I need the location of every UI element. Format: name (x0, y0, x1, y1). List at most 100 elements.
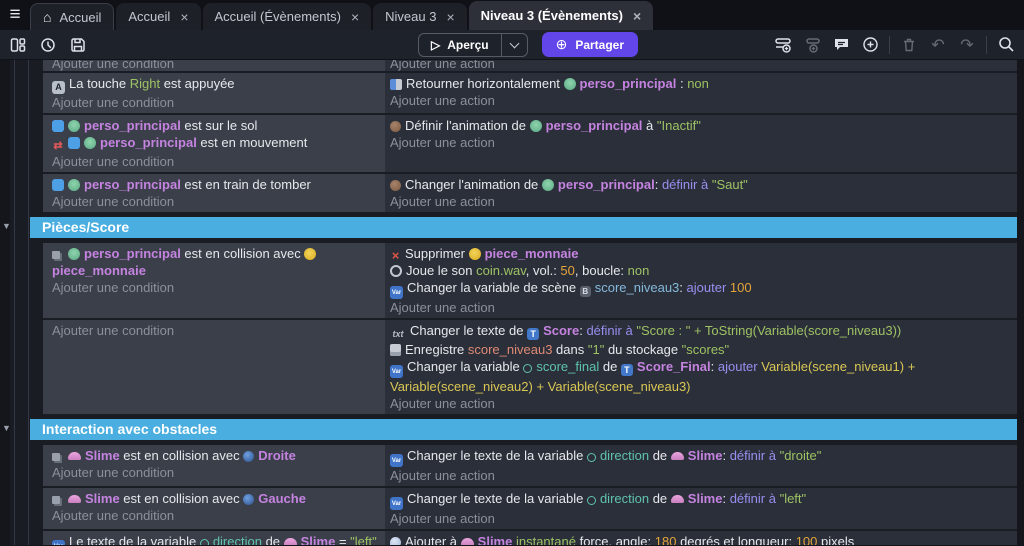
save-icon[interactable] (68, 35, 88, 55)
redo-icon[interactable]: ↷ (957, 35, 977, 55)
group-header[interactable]: Pièces/Score (30, 217, 1017, 238)
close-tab-icon[interactable]: × (178, 9, 188, 25)
add-action-link[interactable]: Ajouter une action (390, 134, 1009, 151)
text-segment: : (679, 280, 687, 295)
gear-icon (523, 364, 533, 373)
text-segment: non (627, 263, 650, 278)
collapse-triangle-icon[interactable]: ▼ (2, 221, 11, 231)
tab-niveau-3-v-nements-[interactable]: Niveau 3 (Évènements) × (468, 1, 654, 30)
text-segment: est en collision avec (119, 448, 244, 463)
condition-line[interactable]: Le texte de la variable direction de Sli… (52, 533, 377, 545)
text-segment: définir à (586, 323, 633, 338)
action-line[interactable]: Enregistre score_niveau3 dans "1" du sto… (390, 341, 1009, 358)
text-segment: : (676, 76, 688, 91)
condition-line[interactable]: perso_principal est en train de tomber (52, 176, 377, 193)
add-event-icon[interactable] (773, 35, 793, 55)
text-segment: perso_principal (557, 177, 655, 192)
text-segment: dans (552, 342, 588, 357)
text-segment: non (687, 76, 709, 91)
group-header[interactable]: Interaction avec obstacles (30, 419, 1017, 440)
action-line[interactable]: Changer la variable de scène score_nivea… (390, 279, 1009, 299)
tab-accueil-v-nements-[interactable]: Accueil (Évènements) × (202, 3, 372, 30)
action-line[interactable]: Changer l'animation de perso_principal: … (390, 176, 1009, 193)
collapse-triangle-icon[interactable]: ▼ (2, 423, 11, 433)
add-circle-icon[interactable] (860, 35, 880, 55)
tab-accueil[interactable]: Accueil × (116, 3, 201, 30)
share-button[interactable]: ⊕ Partager (541, 32, 639, 57)
tab-niveau-3[interactable]: Niveau 3 × (373, 3, 467, 30)
preview-button[interactable]: ▷ Aperçu (418, 32, 528, 57)
add-action-link[interactable]: Ajouter une action (390, 60, 1009, 71)
condition-line[interactable]: La touche Right est appuyée (52, 75, 377, 94)
text-segment: Joue le son (406, 263, 477, 278)
add-condition-link[interactable]: Ajouter une condition (52, 322, 377, 339)
close-tab-icon[interactable]: × (631, 8, 641, 24)
add-subevent-icon[interactable] (802, 35, 822, 55)
action-line[interactable]: Ajouter à Slime instantané force, angle:… (390, 533, 1009, 545)
action-line[interactable]: Retourner horizontalement perso_principa… (390, 75, 1009, 92)
preview-button-label: Aperçu (447, 37, 489, 52)
share-button-label: Partager (575, 37, 625, 52)
undo-icon[interactable]: ↶ (928, 35, 948, 55)
event-row: Le texte de la variable direction de Sli… (43, 531, 1017, 545)
condition-line[interactable]: perso_principal est en collision avec pi… (52, 245, 377, 279)
add-comment-icon[interactable] (831, 35, 851, 55)
condition-line[interactable]: perso_principal est en mouvement (52, 134, 377, 153)
objGreen-icon (84, 137, 96, 149)
panels-icon[interactable] (8, 35, 28, 55)
condition-line[interactable]: perso_principal est sur le sol (52, 117, 377, 134)
action-line[interactable]: Changer le texte de Score: définir à "Sc… (390, 322, 1009, 341)
event-row: perso_principal est en train de tomber Aj… (43, 174, 1017, 212)
add-action-link[interactable]: Ajouter une action (390, 510, 1009, 527)
text-segment: score_niveau3 (467, 342, 553, 357)
history-icon[interactable] (38, 35, 58, 55)
add-condition-link[interactable]: Ajouter une condition (52, 464, 377, 481)
text-segment: Slime (300, 534, 336, 545)
hamburger-menu-icon[interactable]: ≡ (0, 0, 30, 30)
close-tab-icon[interactable]: × (444, 9, 454, 25)
close-tab-icon[interactable]: × (349, 9, 359, 25)
add-condition-link[interactable]: Ajouter une condition (52, 60, 377, 71)
condition-line[interactable]: Slime est en collision avec Gauche (52, 490, 377, 507)
add-condition-link[interactable]: Ajouter une condition (52, 153, 377, 170)
text-segment: 180 (654, 534, 677, 545)
preview-dropdown-button[interactable] (500, 33, 527, 56)
event-row: Ajouter une condition Ajouter une action (43, 60, 1017, 71)
tab-accueil[interactable]: ⌂ Accueil (30, 3, 115, 30)
event-row: Ajouter une condition Changer le texte de… (43, 320, 1017, 414)
slime-icon (68, 495, 81, 503)
objGreen-icon (68, 179, 80, 191)
text-segment: piece_monnaie (484, 246, 579, 261)
slime-icon (283, 538, 297, 545)
text-segment: pixels (817, 534, 855, 545)
condition-line[interactable]: Slime est en collision avec Droite (52, 447, 377, 464)
objGreen-icon (563, 78, 576, 90)
add-condition-link[interactable]: Ajouter une condition (52, 193, 377, 210)
text-segment: est en collision avec (119, 491, 244, 506)
add-action-link[interactable]: Ajouter une action (390, 92, 1009, 109)
globe-icon: ⊕ (555, 36, 568, 52)
action-line[interactable]: Changer le texte de la variable directio… (390, 447, 1009, 467)
add-condition-link[interactable]: Ajouter une condition (52, 94, 377, 111)
add-action-link[interactable]: Ajouter une action (390, 467, 1009, 484)
action-line[interactable]: Joue le son coin.wav, vol.: 50, boucle: … (390, 262, 1009, 279)
add-action-link[interactable]: Ajouter une action (390, 299, 1009, 316)
action-line[interactable]: Définir l'animation de perso_principal à… (390, 117, 1009, 134)
action-line[interactable]: Changer la variable score_final de Score… (390, 358, 1009, 395)
add-action-link[interactable]: Ajouter une action (390, 193, 1009, 210)
add-condition-link[interactable]: Ajouter une condition (52, 507, 377, 524)
action-line[interactable]: Changer le texte de la variable directio… (390, 490, 1009, 510)
trash-icon[interactable] (899, 35, 919, 55)
tab-label: Accueil (Évènements) (214, 9, 341, 24)
action-line[interactable]: Supprimer piece_monnaie (390, 245, 1009, 262)
objGreen-icon (68, 120, 80, 132)
text-segment: 100 (795, 534, 818, 545)
conditions-column: perso_principal est sur le solperso_prin… (43, 115, 385, 172)
conditions-column: perso_principal est en collision avec pi… (43, 243, 385, 318)
event-group-row: ▼ Pièces/Score (0, 217, 1017, 238)
search-icon[interactable] (996, 35, 1016, 55)
tab-label: Niveau 3 (Évènements) (480, 8, 623, 23)
add-action-link[interactable]: Ajouter une action (390, 395, 1009, 412)
add-condition-link[interactable]: Ajouter une condition (52, 279, 377, 296)
tab-bar: ≡ ⌂ Accueil Accueil × Accueil (Évènements) × N… (0, 0, 1024, 30)
